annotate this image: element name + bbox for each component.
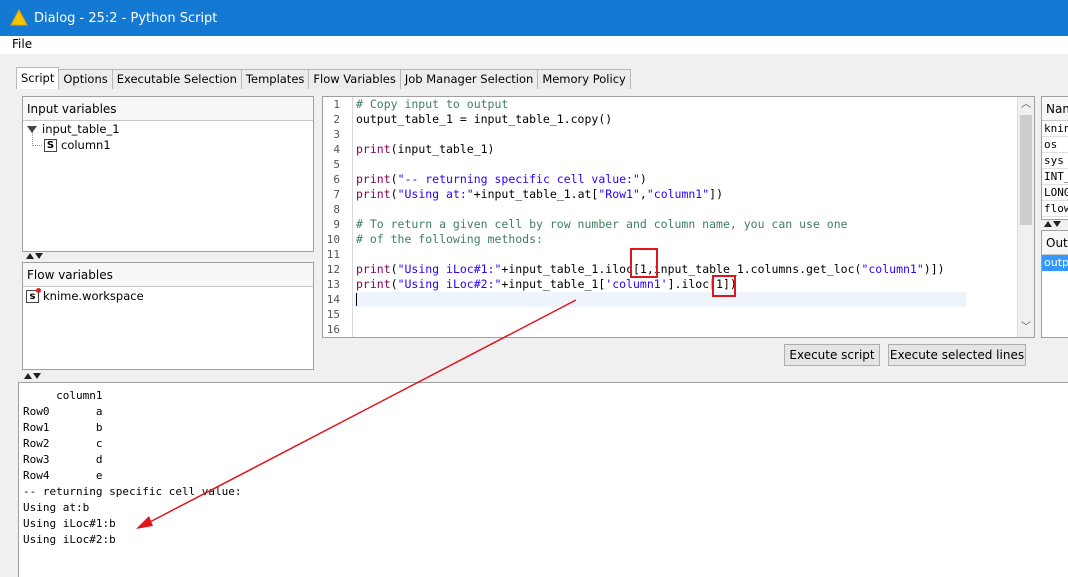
editor-vertical-scrollbar[interactable]: ︿ ﹀ — [1017, 97, 1034, 337]
arrow-up-icon[interactable] — [1044, 221, 1052, 227]
scroll-up-icon[interactable]: ︿ — [1021, 100, 1031, 110]
line-number: 7 — [333, 188, 340, 201]
arrow-up-icon[interactable] — [26, 253, 34, 259]
console-line: Row4 e — [23, 469, 103, 482]
code-line: # Copy input to output — [356, 97, 509, 111]
console-line: Using iLoc#1:b — [23, 517, 116, 530]
tab-flow-variables[interactable]: Flow Variables — [308, 69, 401, 89]
flow-variable-label: knime.workspace — [43, 289, 144, 303]
line-number: 1 — [333, 98, 340, 111]
flow-variables-header: Flow variables — [23, 263, 313, 287]
variable-row[interactable]: knin — [1042, 121, 1068, 137]
line-number: 13 — [326, 278, 340, 291]
flow-variable-dot-icon — [36, 288, 41, 293]
menu-file[interactable]: File — [12, 37, 32, 51]
line-number: 6 — [333, 173, 340, 186]
arrow-up-icon[interactable] — [24, 373, 32, 379]
console-output[interactable]: column1 Row0 a Row1 b Row2 c Row3 d Row4 e -- … — [18, 382, 1068, 577]
flow-variables-panel: Flow variables s knime.workspace — [22, 262, 314, 370]
line-number: 16 — [326, 323, 340, 336]
title-bar: Dialog - 25:2 - Python Script — [0, 0, 1068, 36]
variable-row[interactable]: LONG — [1042, 185, 1068, 201]
highlight-box-iloc2 — [712, 275, 736, 297]
console-line: Using at:b — [23, 501, 90, 514]
menu-bar: File — [0, 36, 1068, 54]
line-number: 5 — [333, 158, 340, 171]
tab-templates[interactable]: Templates — [240, 69, 310, 89]
output-header: Outp — [1042, 231, 1068, 255]
column-label: column1 — [61, 138, 111, 152]
variable-row[interactable]: INT_ — [1042, 169, 1068, 185]
input-table-label: input_table_1 — [42, 122, 120, 136]
line-number: 9 — [333, 218, 340, 231]
tree-item-input-table[interactable]: input_table_1 — [23, 122, 313, 138]
tree-connector — [32, 132, 42, 146]
variable-row[interactable]: sys — [1042, 153, 1068, 169]
string-type-icon: S — [44, 139, 57, 152]
current-line-highlight — [354, 292, 966, 307]
execute-selected-lines-button[interactable]: Execute selected lines — [888, 344, 1026, 366]
execute-script-button[interactable]: Execute script — [784, 344, 880, 366]
line-number: 15 — [326, 308, 340, 321]
code-line: print("Using at:"+input_table_1.at["Row1… — [356, 187, 724, 201]
variables-name-header: Nam — [1042, 97, 1068, 121]
console-line: Using iLoc#2:b — [23, 533, 116, 546]
variable-row[interactable]: os — [1042, 137, 1068, 153]
line-number: 14 — [326, 293, 340, 306]
console-line: column1 — [23, 389, 103, 402]
code-editor[interactable]: 1 2 3 4 5 6 7 8 9 10 11 12 13 14 15 16 # Copy input to … — [322, 96, 1035, 338]
variables-list-panel: Nam knin os sys INT_ LONG flow — [1041, 96, 1068, 220]
arrow-down-icon[interactable] — [33, 373, 41, 379]
line-number: 4 — [333, 143, 340, 156]
output-variables-panel: Outp outpu — [1041, 230, 1068, 338]
input-variables-header: Input variables — [23, 97, 313, 121]
tab-bar: Script Options Executable Selection Temp… — [16, 67, 631, 89]
flow-variable-type-label: s — [29, 291, 36, 302]
line-number: 10 — [326, 233, 340, 246]
console-line: -- returning specific cell value: — [23, 485, 242, 498]
code-line: print("Using iLoc#2:"+input_table_1['col… — [356, 277, 737, 291]
code-line: # To return a given cell by row number a… — [356, 217, 848, 231]
scrollbar-thumb[interactable] — [1020, 115, 1032, 225]
tab-job-manager-selection[interactable]: Job Manager Selection — [399, 69, 539, 89]
scroll-down-icon[interactable]: ﹀ — [1021, 323, 1031, 333]
line-number: 12 — [326, 263, 340, 276]
console-line: Row1 b — [23, 421, 103, 434]
console-line: Row2 c — [23, 437, 103, 450]
tree-item-column[interactable]: S column1 — [23, 132, 313, 154]
tab-script[interactable]: Script — [16, 67, 60, 89]
code-line: print("-- returning specific cell value:… — [356, 172, 647, 186]
arrow-down-icon[interactable] — [35, 253, 43, 259]
code-line: print(input_table_1) — [356, 142, 495, 156]
line-number: 2 — [333, 113, 340, 126]
flow-variable-string-icon: s — [26, 288, 41, 303]
text-caret — [356, 293, 357, 306]
highlight-box-iloc1 — [630, 248, 658, 278]
splitter-arrows-right[interactable] — [1042, 221, 1064, 229]
tab-options[interactable]: Options — [58, 69, 113, 89]
arrow-down-icon[interactable] — [1053, 221, 1061, 227]
line-number: 3 — [333, 128, 340, 141]
input-variables-panel: Input variables input_table_1 S column1 — [22, 96, 314, 252]
knime-logo-icon — [10, 9, 28, 26]
code-line: output_table_1 = input_table_1.copy() — [356, 112, 613, 126]
tab-memory-policy[interactable]: Memory Policy — [537, 69, 631, 89]
line-number-gutter: 1 2 3 4 5 6 7 8 9 10 11 12 13 14 15 16 — [323, 97, 353, 337]
line-number: 11 — [326, 248, 340, 261]
line-number: 8 — [333, 203, 340, 216]
splitter-arrows-left[interactable] — [24, 253, 46, 261]
flow-variable-item[interactable]: s knime.workspace — [23, 288, 313, 305]
tab-executable-selection[interactable]: Executable Selection — [111, 69, 242, 89]
console-line: Row0 a — [23, 405, 103, 418]
output-selected-row[interactable]: outpu — [1042, 255, 1068, 271]
splitter-arrows-console[interactable] — [22, 373, 44, 381]
console-line: Row3 d — [23, 453, 103, 466]
code-line: # of the following methods: — [356, 232, 543, 246]
window-title: Dialog - 25:2 - Python Script — [34, 10, 218, 26]
variable-row[interactable]: flow — [1042, 201, 1068, 217]
